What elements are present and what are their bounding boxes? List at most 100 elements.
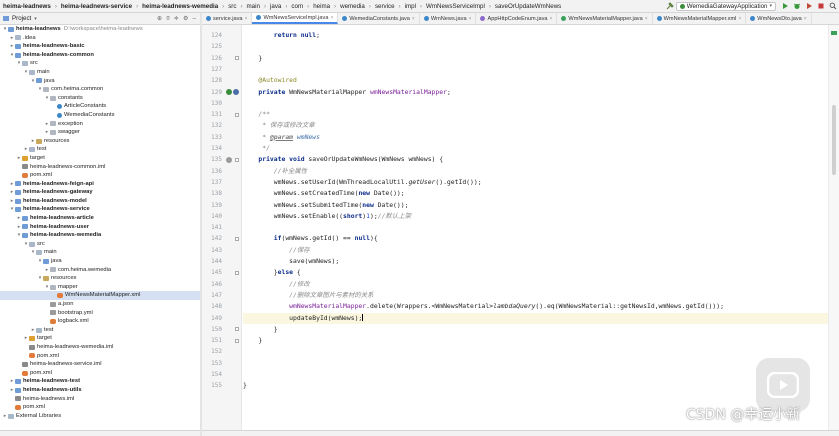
tree-item[interactable]: ▸ heima-leadnews-article xyxy=(0,214,200,223)
line-number[interactable]: 124 xyxy=(202,30,222,41)
run-configuration-selector[interactable]: WemediaGatewayApplication ▾ xyxy=(675,1,776,11)
code-line[interactable]: } xyxy=(243,324,278,335)
close-icon[interactable]: × xyxy=(804,16,807,22)
tree-item[interactable]: ▾ heima-leadnews-common xyxy=(0,51,200,60)
line-number[interactable]: 145 xyxy=(202,267,222,278)
tree-item[interactable]: ▾ src xyxy=(0,59,200,68)
line-number[interactable]: 154 xyxy=(202,369,222,380)
line-number[interactable]: 127 xyxy=(202,64,222,75)
editor-tab[interactable]: WmNewsServiceImpl.java × xyxy=(252,13,339,24)
line-number[interactable]: 132 xyxy=(202,120,222,131)
tree-item[interactable]: ▸ heima-leadnews-feign-api xyxy=(0,180,200,189)
line-number[interactable]: 139 xyxy=(202,200,222,211)
close-icon[interactable]: × xyxy=(550,16,553,22)
line-number[interactable]: 152 xyxy=(202,346,222,357)
tree-item[interactable]: ▾ main xyxy=(0,248,200,257)
breadcrumb-item[interactable]: wemedia xyxy=(337,3,368,10)
code-line[interactable]: //保存 xyxy=(243,245,310,256)
navigate-bean-icon[interactable] xyxy=(233,89,239,95)
debug-icon[interactable] xyxy=(793,2,801,10)
hide-icon[interactable]: – xyxy=(193,15,196,22)
tree-item[interactable]: heima-leadnews-common.iml xyxy=(0,163,200,172)
tree-item[interactable]: WmNewsMaterialMapper.xml xyxy=(0,291,200,300)
expand-all-icon[interactable]: ≑ xyxy=(174,15,179,22)
fold-marker-icon[interactable] xyxy=(235,338,239,343)
tree-item[interactable]: a.json xyxy=(0,300,200,309)
tree-item[interactable]: ▾ main xyxy=(0,68,200,77)
tree-item[interactable]: ▾ resources xyxy=(0,274,200,283)
code-line[interactable]: @Autowired xyxy=(243,75,297,86)
tree-item[interactable]: ▸ heima-leadnews-basic xyxy=(0,42,200,51)
tree-item[interactable]: ▸ .idea xyxy=(0,34,200,43)
current-code-line[interactable]: updateById(wmNews); xyxy=(243,312,828,324)
tree-item[interactable]: ▸ target xyxy=(0,334,200,343)
editor-tab[interactable]: WmNewsDto.java × xyxy=(746,13,812,24)
tree-item[interactable]: ▸ test xyxy=(0,145,200,154)
line-number[interactable]: 141 xyxy=(202,222,222,233)
run-icon[interactable] xyxy=(781,2,789,10)
editor-tab[interactable]: WmNewsMaterialMapper.java × xyxy=(557,13,653,24)
close-icon[interactable]: × xyxy=(412,16,415,22)
collapse-all-icon[interactable]: ≡ xyxy=(166,15,170,22)
code-line[interactable]: }else { xyxy=(243,267,301,278)
line-number[interactable]: 151 xyxy=(202,335,222,346)
code-line[interactable]: //补全属性 xyxy=(243,166,307,177)
tree-item[interactable]: ▾ java xyxy=(0,77,200,86)
line-number[interactable]: 153 xyxy=(202,358,222,369)
tree-item[interactable]: pom.xml xyxy=(0,352,200,361)
code-line[interactable]: //修改 xyxy=(243,279,310,290)
line-number[interactable]: 134 xyxy=(202,143,222,154)
code-line[interactable]: wmNews.setUserId(WmThreadLocalUtil.getUs… xyxy=(243,177,482,188)
tree-item[interactable]: heima-leadnews.iml xyxy=(0,395,200,404)
fold-marker-icon[interactable] xyxy=(235,157,239,162)
tree-item[interactable]: logback.xml xyxy=(0,317,200,326)
tree-item[interactable]: ▸ test xyxy=(0,326,200,335)
line-number[interactable]: 148 xyxy=(202,301,222,312)
inspection-ok-icon[interactable] xyxy=(831,31,837,35)
tree-item[interactable]: ▾ com.heima.common xyxy=(0,85,200,94)
tree-item[interactable]: ▸ heima-leadnews-gateway xyxy=(0,188,200,197)
breadcrumb-item[interactable]: service xyxy=(372,3,398,10)
code-line[interactable]: private void saveOrUpdateWmNews(WmNews w… xyxy=(243,154,443,165)
line-number[interactable]: 140 xyxy=(202,211,222,222)
tree-item[interactable]: ▸ heima-leadnews-utils xyxy=(0,386,200,395)
hammer-icon[interactable] xyxy=(666,2,674,10)
line-number[interactable]: 150 xyxy=(202,324,222,335)
editor-tab[interactable]: service.java × xyxy=(202,13,253,24)
close-icon[interactable]: × xyxy=(469,16,472,22)
editor-tab[interactable]: AppHttpCodeEnum.java × xyxy=(476,13,558,24)
chevron-down-icon[interactable]: ▾ xyxy=(34,16,37,22)
code-line[interactable]: wmNews.setSubmitedTime(new Date()); xyxy=(243,200,409,211)
tree-item[interactable]: ▾ heima-leadnews-service xyxy=(0,205,200,214)
breadcrumb-item[interactable]: WmNewsServiceImpl xyxy=(423,3,488,10)
code-line[interactable]: * 保存或修改文章 xyxy=(243,120,314,131)
tree-item[interactable]: ▸ heima-leadnews-user xyxy=(0,223,200,232)
code-line[interactable]: */ xyxy=(243,143,270,154)
tree-item[interactable]: ▸ resources xyxy=(0,137,200,146)
tree-item[interactable]: ▸ com.heima.wemedia xyxy=(0,266,200,275)
tree-item[interactable]: ▾ constants xyxy=(0,94,200,103)
breadcrumb-item[interactable]: java xyxy=(267,3,284,10)
line-number[interactable]: 143 xyxy=(202,245,222,256)
breadcrumb-item[interactable]: src xyxy=(225,3,239,10)
tree-item[interactable]: ▸ heima-leadnews-test xyxy=(0,377,200,386)
breadcrumb-item[interactable]: main xyxy=(244,3,263,10)
breadcrumb-item[interactable]: heima xyxy=(310,3,333,10)
fold-marker-icon[interactable] xyxy=(235,327,239,332)
line-number[interactable]: 142 xyxy=(202,233,222,244)
coverage-icon[interactable] xyxy=(805,2,813,10)
code-line[interactable]: /** xyxy=(243,109,270,120)
editor-gutter[interactable]: 124 125 126 127 128 129 130 131 132 133 134 135 136 1… xyxy=(202,25,242,436)
gear-icon[interactable]: ⚙ xyxy=(183,15,189,22)
close-icon[interactable]: × xyxy=(330,15,333,21)
vertical-scrollbar[interactable] xyxy=(828,25,839,436)
line-number[interactable]: 144 xyxy=(202,256,222,267)
close-icon[interactable]: × xyxy=(245,16,248,22)
code-line[interactable]: if(wmNews.getId() == null){ xyxy=(243,233,378,244)
line-number[interactable]: 147 xyxy=(202,290,222,301)
close-icon[interactable]: × xyxy=(738,16,741,22)
code-line[interactable]: wmNewsMaterialMapper.delete(Wrappers.<Wm… xyxy=(243,301,724,312)
breadcrumb-item[interactable]: impl xyxy=(402,3,419,10)
tree-item[interactable]: ▸ exception xyxy=(0,120,200,129)
line-number[interactable]: 135 xyxy=(202,154,222,165)
